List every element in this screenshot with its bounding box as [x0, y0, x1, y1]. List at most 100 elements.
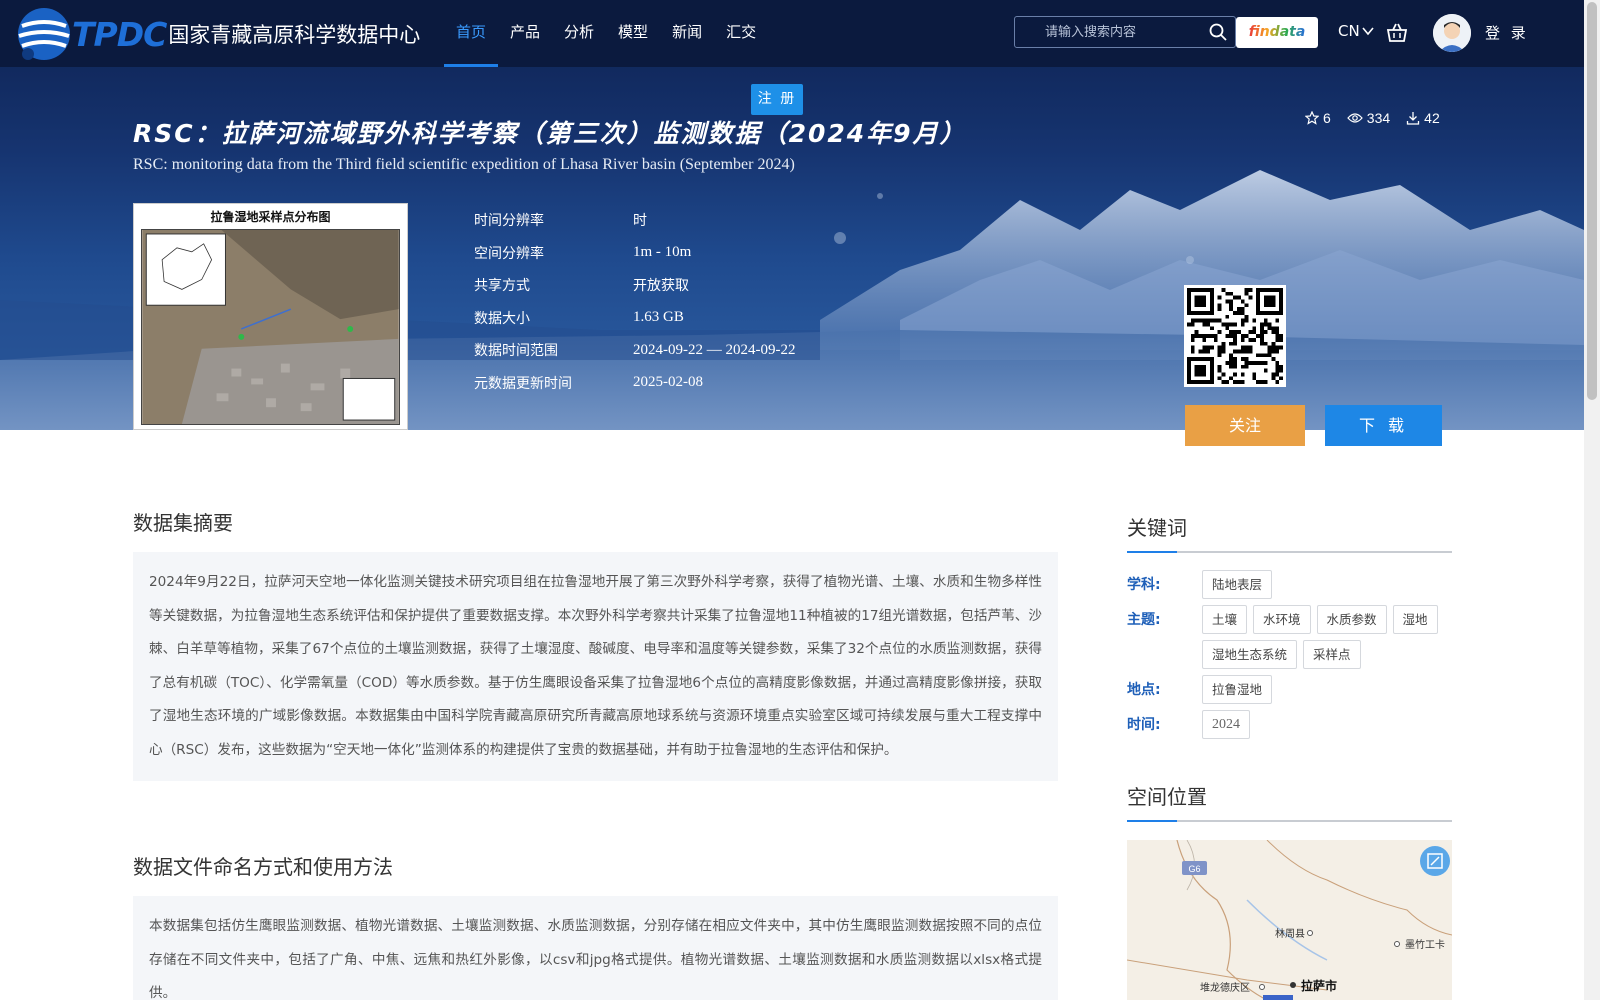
map-town-maizhokunggar: 墨竹工卡 [1405, 938, 1445, 951]
keyword-group-place: 地点: 拉鲁湿地 [1127, 675, 1452, 704]
dataset-title-cn: RSC：拉萨河流域野外科学考察（第三次）监测数据（2024年9月） [133, 119, 967, 148]
site-logo[interactable]: TPDC 国家青藏高原科学数据中心 [14, 4, 420, 64]
meta-row-time-resolution: 时间分辨率 时 [474, 204, 795, 237]
meta-key: 数据时间范围 [474, 343, 558, 360]
keyword-tags: 陆地表层 [1202, 570, 1452, 599]
keyword-group-theme: 主题: 土壤 水环境 水质参数 湿地 湿地生态系统 采样点 [1127, 605, 1452, 669]
language-label: CN [1338, 22, 1360, 40]
location-heading: 空间位置 [1127, 781, 1452, 822]
menu-item-news[interactable]: 新闻 [660, 0, 714, 67]
keyword-group-label: 学科: [1127, 577, 1161, 593]
dataset-thumbnail[interactable]: 拉鲁湿地采样点分布图 [133, 203, 408, 430]
download-icon [1407, 112, 1420, 125]
keyword-tags: 土壤 水环境 水质参数 湿地 湿地生态系统 采样点 [1202, 605, 1452, 669]
favorites-count: 6 [1323, 110, 1331, 126]
meta-key: 时间分辨率 [474, 213, 544, 230]
keyword-tag[interactable]: 土壤 [1202, 605, 1248, 634]
dataset-title-en: RSC: monitoring data from the Third fiel… [133, 156, 795, 173]
satellite-map-image [141, 229, 400, 425]
naming-heading: 数据文件命名方式和使用方法 [133, 855, 393, 879]
meta-key: 元数据更新时间 [474, 375, 572, 392]
star-icon [1305, 111, 1319, 125]
map-district-doilungdeqen: 堆龙德庆区 [1200, 981, 1250, 994]
keyword-group-label: 地点: [1127, 682, 1161, 698]
views-count: 334 [1366, 110, 1391, 126]
menu-item-models[interactable]: 模型 [606, 0, 660, 67]
language-switcher[interactable]: CN [1338, 22, 1374, 40]
meta-row-size: 数据大小 1.63 GB [474, 302, 795, 335]
meta-key: 空间分辨率 [474, 245, 544, 262]
login-link[interactable]: 登 录 [1485, 22, 1529, 43]
logo-tpdc-text: TPDC [72, 14, 167, 54]
views-stat: 334 [1346, 110, 1391, 126]
downloads-stat: 42 [1406, 110, 1440, 126]
qr-code-icon [1187, 288, 1283, 384]
search-input[interactable] [1015, 17, 1195, 47]
qr-code [1184, 285, 1286, 387]
keyword-tag[interactable]: 拉鲁湿地 [1202, 675, 1273, 704]
findata-button[interactable]: findata [1236, 17, 1318, 48]
keyword-tags: 2024 [1202, 710, 1452, 739]
chevron-down-icon [1362, 27, 1374, 36]
abstract-heading: 数据集摘要 [133, 511, 233, 535]
keyword-group-subject: 学科: 陆地表层 [1127, 570, 1452, 599]
meta-value: 2024-09-22 — 2024-09-22 [633, 341, 796, 358]
findata-label: findata [1248, 24, 1306, 40]
keyword-tag[interactable]: 2024 [1202, 710, 1250, 739]
map-fullscreen-button[interactable] [1420, 846, 1450, 876]
keyword-tag[interactable]: 采样点 [1303, 640, 1361, 669]
meta-value: 开放获取 [633, 278, 689, 295]
page-scrollbar[interactable] [1584, 0, 1600, 1000]
map-town-linzhou: 林周县 [1275, 927, 1305, 940]
downloads-count: 42 [1424, 110, 1440, 126]
thumbnail-title: 拉鲁湿地采样点分布图 [210, 210, 331, 224]
keywords-heading: 关键词 [1127, 512, 1452, 553]
dataset-metadata: 时间分辨率 时 空间分辨率 1m - 10m 共享方式 开放获取 数据大小 1.… [474, 204, 795, 399]
register-button[interactable]: 注 册 [751, 84, 803, 115]
search-box [1014, 16, 1236, 48]
keyword-tags: 拉鲁湿地 [1202, 675, 1452, 704]
globe-logo-icon [18, 8, 70, 60]
location-map[interactable]: G6 林周县 墨竹工卡 堆龙德庆区 拉萨市 [1127, 840, 1452, 1000]
keywords-panel: 学科: 陆地表层 主题: 土壤 水环境 水质参数 湿地 湿地生态系统 采样点 地… [1127, 570, 1452, 745]
keyword-tag[interactable]: 陆地表层 [1202, 570, 1273, 599]
meta-value: 时 [633, 213, 647, 230]
abstract-text: 2024年9月22日，拉萨河天空地一体化监测关键技术研究项目组在拉鲁湿地开展了第… [133, 552, 1058, 781]
follow-button[interactable]: 关注 [1185, 405, 1305, 446]
meta-row-sharing: 共享方式 开放获取 [474, 269, 795, 302]
keyword-group-time: 时间: 2024 [1127, 710, 1452, 739]
logo-cn-text: 国家青藏高原科学数据中心 [168, 23, 421, 47]
avatar-icon [1433, 14, 1471, 52]
menu-item-products[interactable]: 产品 [498, 0, 552, 67]
meta-value: 2025-02-08 [633, 374, 703, 391]
search-icon[interactable] [1209, 23, 1227, 41]
map-city-lhasa: 拉萨市 [1301, 978, 1337, 993]
dataset-stats: 6 334 42 [1305, 110, 1440, 126]
meta-row-updated: 元数据更新时间 2025-02-08 [474, 367, 795, 400]
keyword-tag[interactable]: 水环境 [1253, 605, 1311, 634]
menu-item-submit[interactable]: 汇交 [714, 0, 768, 67]
map-highway-label: G6 [1188, 864, 1200, 874]
meta-key: 共享方式 [474, 278, 530, 295]
keyword-tag[interactable]: 湿地生态系统 [1202, 640, 1298, 669]
expand-icon [1427, 853, 1443, 869]
top-navbar: TPDC 国家青藏高原科学数据中心 首页 产品 分析 模型 新闻 汇交 find… [0, 0, 1584, 67]
meta-row-spatial-resolution: 空间分辨率 1m - 10m [474, 237, 795, 270]
meta-value: 1m - 10m [633, 244, 692, 261]
user-avatar[interactable] [1433, 14, 1471, 52]
meta-key: 数据大小 [474, 310, 530, 327]
menu-item-home[interactable]: 首页 [444, 0, 499, 67]
keyword-tag[interactable]: 水质参数 [1316, 605, 1387, 634]
meta-value: 1.63 GB [633, 309, 684, 326]
meta-row-time-range: 数据时间范围 2024-09-22 — 2024-09-22 [474, 334, 795, 367]
scrollbar-thumb[interactable] [1587, 2, 1597, 400]
menu-item-analysis[interactable]: 分析 [552, 0, 606, 67]
download-button[interactable]: 下 载 [1325, 405, 1442, 446]
keyword-group-label: 主题: [1127, 612, 1161, 628]
keyword-group-label: 时间: [1127, 717, 1161, 733]
basket-icon[interactable] [1386, 22, 1408, 44]
keyword-tag[interactable]: 湿地 [1392, 605, 1438, 634]
map-canvas: G6 林周县 墨竹工卡 堆龙德庆区 拉萨市 [1127, 840, 1452, 1000]
eye-icon [1346, 113, 1363, 123]
favorites-stat[interactable]: 6 [1305, 110, 1331, 126]
